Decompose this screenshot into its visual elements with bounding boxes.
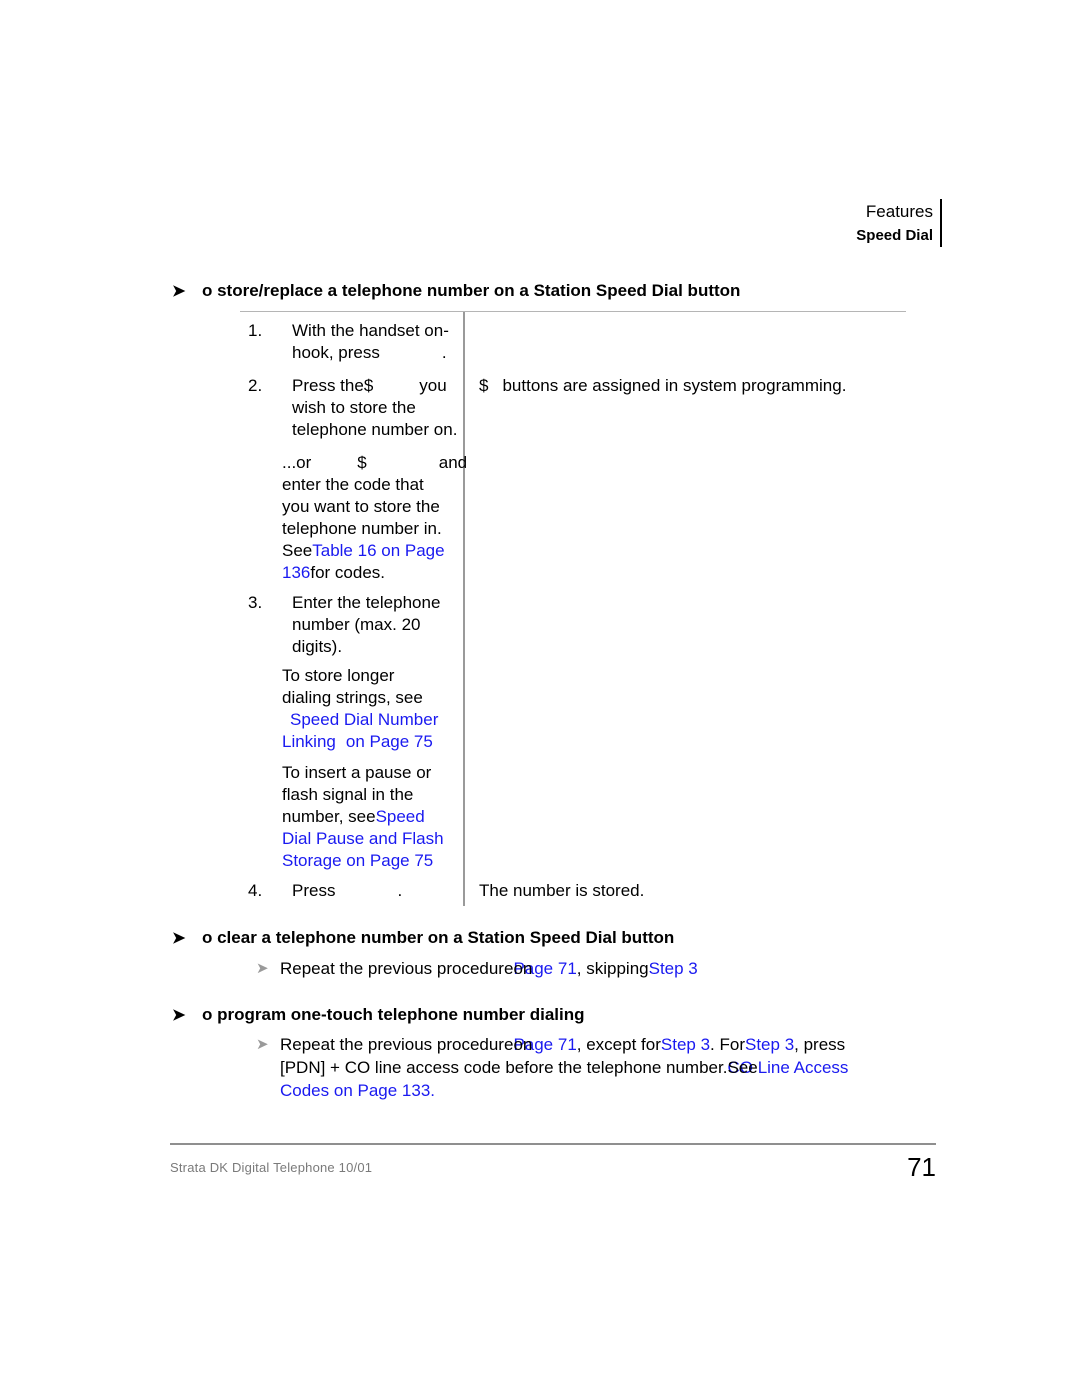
procedure-step-4-line1-pre: Press: [292, 881, 336, 900]
link-table-16-page-136[interactable]: Table 16 on Page: [312, 541, 444, 560]
section-heading-one-touch: ➤ o program one-touch telephone number di…: [172, 1005, 585, 1025]
procedure-step-4: 4. Press.: [248, 880, 474, 902]
link-step-3[interactable]: Step 3: [649, 959, 698, 978]
running-header: Features Speed Dial: [0, 200, 933, 248]
procedure-step-2-line3-pre: telephone number on: [292, 420, 453, 439]
clear-paragraph-pre: Repeat the previous procedure: [280, 959, 514, 978]
procedure-step-2: 2. Press the$ you wish to store the telep…: [248, 375, 474, 441]
arrow-bullet-icon: ➤: [172, 283, 186, 300]
step-2-note-symbol: $: [357, 453, 367, 472]
step-3-note-b-line1: To insert a pause or: [282, 763, 432, 782]
step-3-note-b-line3-pre: number, see: [282, 807, 376, 826]
link-speed-dial-number-linking-cont[interactable]: Linking: [282, 732, 336, 751]
footer-document-title: Strata DK Digital Telephone 10/01: [170, 1160, 373, 1175]
sub-bullet-icon: ➤: [256, 1036, 269, 1053]
procedure-step-4-number: 4.: [248, 881, 263, 900]
procedure-step-3-line2: number (max. 20: [292, 615, 421, 634]
link-speed-dial-pause-flash-page[interactable]: Storage on Page 75: [282, 851, 433, 870]
step-2-note-line3: you want to store the: [282, 497, 440, 516]
procedure-step-1-number: 1.: [248, 321, 263, 340]
step-3-note-b-line2: flash signal in the: [282, 785, 414, 804]
one-touch-line2-overlap-word: See: [727, 1058, 758, 1077]
step-2-note-line1-post: and: [438, 453, 468, 472]
procedure-step-2-note: ...or $ and enter the code that you want t…: [282, 452, 472, 584]
procedure-step-2-number: 2.: [248, 376, 263, 395]
link-speed-dial-pause-flash[interactable]: Speed: [376, 807, 425, 826]
procedure-row-4-description: The number is stored.: [479, 881, 645, 900]
link-speed-dial-number-linking[interactable]: Speed Dial Number: [290, 710, 438, 729]
arrow-bullet-icon: ➤: [172, 1007, 186, 1024]
step-2-note-line4-pre: telephone number in: [282, 519, 438, 538]
procedure-step-4-line1-post: .: [397, 881, 403, 900]
step-3-note-a-line1: To store longer: [282, 666, 395, 685]
one-touch-line1-end: , press: [794, 1035, 846, 1054]
one-touch-procedure-paragraph: ➤ Repeat the previous procedurePage 71 on…: [256, 1033, 936, 1102]
footer-page-number: 71: [907, 1152, 936, 1182]
procedure-row-2-symbol: $: [479, 376, 489, 395]
document-page: Features Speed Dial ➤ o store/replace a t…: [0, 0, 1080, 1397]
running-header-section: Speed Dial: [856, 227, 933, 244]
procedure-step-3-note-linking: To store longer dialing strings, see Spe…: [282, 665, 472, 753]
clear-paragraph-overlap-word: on: [513, 959, 533, 978]
step-2-note-line5-pre: See: [282, 541, 313, 560]
link-table-16-page-136-cont[interactable]: 136: [282, 563, 310, 582]
clear-procedure-paragraph: ➤ Repeat the previous procedurePage 71 on…: [256, 957, 936, 980]
overlapping-text-group: Page 71 on: [513, 957, 576, 980]
one-touch-line2-pre: [PDN] + CO line access code before the t…: [280, 1058, 728, 1077]
procedure-step-2-line2: wish to store the: [292, 398, 416, 417]
arrow-bullet-icon: ➤: [172, 930, 186, 947]
overlapping-text-group: Page 71 on: [513, 1033, 576, 1056]
procedure-table-top-rule: [240, 311, 906, 312]
section-heading-one-touch-label: o program one-touch telephone number dia…: [202, 1005, 585, 1024]
procedure-step-3: 3. Enter the telephone number (max. 20 d…: [248, 592, 474, 658]
one-touch-line1-mid: , except for: [576, 1035, 661, 1054]
one-touch-line1-mid2: . For: [710, 1035, 745, 1054]
procedure-step-3-note-pause-flash: To insert a pause or flash signal in the…: [282, 762, 472, 872]
section-heading-store-replace: ➤ o store/replace a telephone number on a…: [172, 281, 740, 301]
clear-paragraph-mid: , skipping: [576, 959, 649, 978]
sub-bullet-icon: ➤: [256, 960, 269, 977]
procedure-step-1: 1. With the handset on- hook, press.: [248, 320, 474, 364]
step-2-note-line6-post: for codes.: [310, 563, 386, 582]
link-speed-dial-number-linking-page[interactable]: on Page 75: [346, 732, 433, 751]
step-2-note-line1-pre: ...or: [282, 453, 312, 472]
procedure-row-2-text: buttons are assigned in system programmi…: [502, 376, 847, 395]
procedure-step-2-symbol: $: [363, 376, 374, 395]
running-header-book: Features: [865, 202, 933, 221]
procedure-step-2-line1-post: you: [419, 376, 447, 395]
procedure-row-2-description: $ buttons are assigned in system programm…: [479, 375, 846, 397]
link-step-3-b[interactable]: Step 3: [745, 1035, 794, 1054]
step-2-note-line2: enter the code that: [282, 475, 424, 494]
procedure-step-1-line1: With the handset on-: [292, 321, 449, 340]
link-speed-dial-pause-flash-cont[interactable]: Dial Pause and Flash: [282, 829, 444, 848]
procedure-step-3-number: 3.: [248, 593, 263, 612]
link-co-line-access-codes-cont[interactable]: Codes on Page 133.: [280, 1081, 435, 1100]
section-heading-clear-label: o clear a telephone number on a Station …: [202, 928, 675, 947]
section-heading-clear: ➤ o clear a telephone number on a Station…: [172, 928, 674, 948]
procedure-step-3-line1: Enter the telephone: [292, 593, 441, 612]
one-touch-line1-pre: Repeat the previous procedure: [280, 1035, 514, 1054]
section-heading-store-replace-label: o store/replace a telephone number on a …: [202, 281, 741, 300]
footer-rule: [170, 1143, 936, 1145]
procedure-step-2-line3-post: .: [452, 420, 458, 439]
step-3-note-a-line2: dialing strings, see: [282, 688, 423, 707]
overlapping-text-group: CO Line Access See: [727, 1056, 848, 1079]
procedure-step-3-line3: digits).: [292, 637, 343, 656]
step-2-note-line4-post: .: [437, 519, 442, 538]
one-touch-line1-overlap-word: on: [513, 1035, 533, 1054]
procedure-step-2-line1-pre: Press the: [292, 376, 364, 395]
link-step-3-a[interactable]: Step 3: [661, 1035, 710, 1054]
procedure-step-1-line2-pre: hook, press: [292, 343, 380, 362]
running-header-rule: [940, 199, 942, 247]
procedure-step-1-line2-post: .: [441, 343, 447, 362]
